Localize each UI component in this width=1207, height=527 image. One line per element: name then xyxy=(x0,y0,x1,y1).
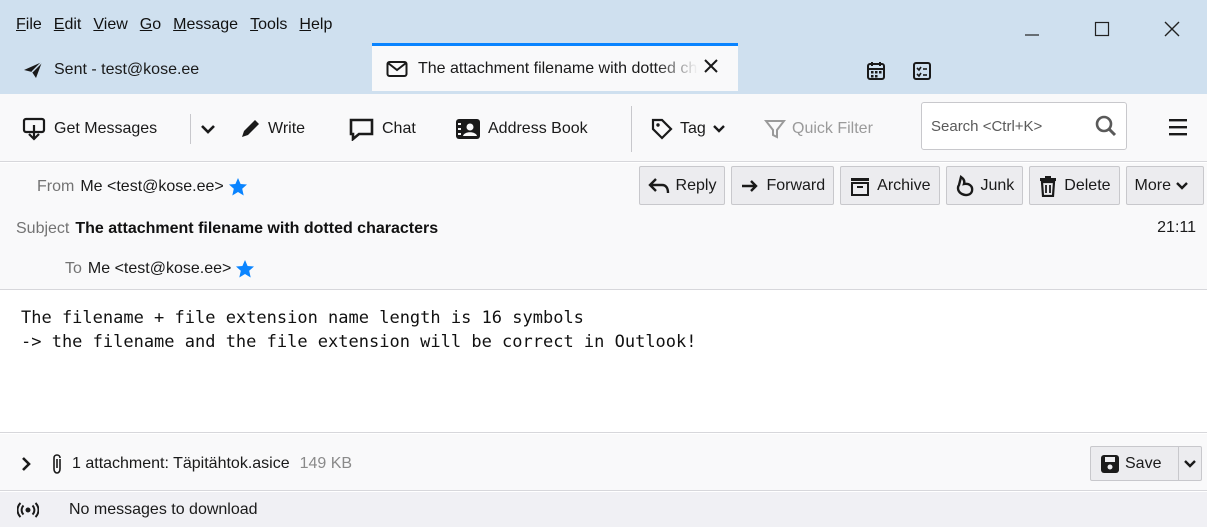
save-attachment-button: Save xyxy=(1090,446,1202,481)
menu-tools[interactable]: Tools xyxy=(250,16,287,34)
trash-icon xyxy=(1040,175,1057,197)
menu-file[interactable]: File xyxy=(16,16,42,34)
subject-text: The attachment filename with dotted char… xyxy=(75,220,439,237)
search-icon xyxy=(1094,114,1118,138)
message-time: 21:11 xyxy=(1157,219,1196,236)
app-menu-button[interactable] xyxy=(1168,118,1188,140)
address-book-icon xyxy=(456,119,480,139)
close-window-button[interactable] xyxy=(1137,14,1207,44)
tag-icon xyxy=(651,118,673,140)
paperclip-icon xyxy=(50,453,64,475)
attachment-label: 1 attachment: Täpitähtok.asice xyxy=(72,455,290,472)
maximize-button[interactable] xyxy=(1067,14,1137,44)
archive-button[interactable]: Archive xyxy=(840,166,940,205)
get-messages-icon xyxy=(22,117,46,141)
chat-icon xyxy=(349,118,374,141)
toolbar-separator xyxy=(631,106,632,152)
tasks-button[interactable] xyxy=(899,58,945,84)
quick-filter-button[interactable]: Quick Filter xyxy=(764,114,873,144)
body-line: -> the filename and the file extension w… xyxy=(21,332,697,352)
maximize-icon xyxy=(1094,21,1110,37)
save-button[interactable]: Save xyxy=(1091,447,1179,480)
from-row: From Me <test@kose.ee> xyxy=(37,177,248,197)
save-icon xyxy=(1101,454,1119,473)
close-icon xyxy=(1164,21,1180,37)
minimize-icon xyxy=(1025,34,1039,36)
message-body: The filename + file extension name lengt… xyxy=(0,290,1207,433)
title-bar: File Edit View Go Message Tools Help Sen… xyxy=(0,0,1207,94)
chevron-down-icon xyxy=(1176,181,1188,190)
search-input[interactable]: Search <Ctrl+K> xyxy=(921,102,1127,150)
body-line: The filename + file extension name lengt… xyxy=(21,308,584,328)
attachment-bar: 1 attachment: Täpitähtok.asice 149 KB Sa… xyxy=(0,434,1207,491)
chevron-down-icon xyxy=(1184,459,1196,468)
send-icon xyxy=(22,60,44,80)
get-messages-dropdown[interactable] xyxy=(200,114,222,144)
tab-message[interactable]: The attachment filename with dotted char… xyxy=(372,43,738,91)
chat-button[interactable]: Chat xyxy=(348,114,416,144)
delete-button[interactable]: Delete xyxy=(1029,166,1120,205)
message-header: From Me <test@kose.ee> Reply Forward Arc… xyxy=(0,163,1207,290)
calendar-icon xyxy=(867,62,885,80)
star-icon[interactable] xyxy=(228,177,248,197)
message-action-buttons: Reply Forward Archive Junk Delete More xyxy=(633,166,1204,205)
menu-message[interactable]: Message xyxy=(173,16,238,34)
subject-label: Subject xyxy=(16,220,70,237)
star-icon[interactable] xyxy=(235,259,255,279)
attachment-summary[interactable]: 1 attachment: Täpitähtok.asice 149 KB xyxy=(20,453,352,475)
close-icon xyxy=(704,59,718,73)
search-placeholder: Search <Ctrl+K> xyxy=(931,117,1043,135)
status-bar: No messages to download xyxy=(0,492,1207,527)
toolbar-separator xyxy=(190,114,191,144)
subject-row: Subject The attachment filename with dot… xyxy=(16,220,438,238)
junk-icon xyxy=(956,174,973,196)
write-button[interactable]: Write xyxy=(238,114,305,144)
from-label: From xyxy=(37,178,75,195)
to-row: To Me <test@kose.ee> xyxy=(65,259,255,279)
online-status-icon[interactable] xyxy=(17,501,39,518)
chevron-down-icon xyxy=(201,125,215,134)
from-address[interactable]: Me <test@kose.ee> xyxy=(80,178,223,196)
tab-label: The attachment filename with dotted char… xyxy=(418,59,698,77)
to-address[interactable]: Me <test@kose.ee> xyxy=(88,260,231,278)
tab-sent[interactable]: Sent - test@kose.ee xyxy=(22,46,362,94)
forward-icon xyxy=(742,179,759,192)
menu-bar: File Edit View Go Message Tools Help xyxy=(0,0,344,44)
filter-icon xyxy=(764,120,786,139)
to-label: To xyxy=(65,260,82,277)
save-dropdown-button[interactable] xyxy=(1179,458,1201,470)
get-messages-button[interactable]: Get Messages xyxy=(22,114,157,144)
forward-button[interactable]: Forward xyxy=(731,166,835,205)
menu-edit[interactable]: Edit xyxy=(54,16,82,34)
calendar-button[interactable] xyxy=(853,58,899,84)
hamburger-icon xyxy=(1169,119,1187,136)
menu-go[interactable]: Go xyxy=(140,16,161,34)
menu-view[interactable]: View xyxy=(93,16,127,34)
more-button[interactable]: More xyxy=(1125,166,1204,205)
reply-icon xyxy=(647,177,669,193)
reply-button[interactable]: Reply xyxy=(638,166,726,205)
archive-icon xyxy=(851,177,870,196)
tab-close-button[interactable] xyxy=(702,57,720,80)
minimize-button[interactable] xyxy=(997,14,1067,44)
address-book-button[interactable]: Address Book xyxy=(454,114,588,144)
tab-label: Sent - test@kose.ee xyxy=(54,61,200,78)
chevron-right-icon[interactable] xyxy=(20,456,32,472)
pencil-icon xyxy=(242,120,259,137)
tasks-icon xyxy=(913,62,931,80)
chevron-down-icon xyxy=(712,125,725,133)
attachment-size: 149 KB xyxy=(299,455,353,472)
tab-extra-buttons xyxy=(853,58,945,84)
status-text: No messages to download xyxy=(69,500,258,518)
tag-button[interactable]: Tag xyxy=(650,114,732,144)
menu-help[interactable]: Help xyxy=(299,16,332,34)
window-controls xyxy=(997,14,1207,44)
junk-button[interactable]: Junk xyxy=(945,166,1024,205)
envelope-icon xyxy=(386,60,408,78)
